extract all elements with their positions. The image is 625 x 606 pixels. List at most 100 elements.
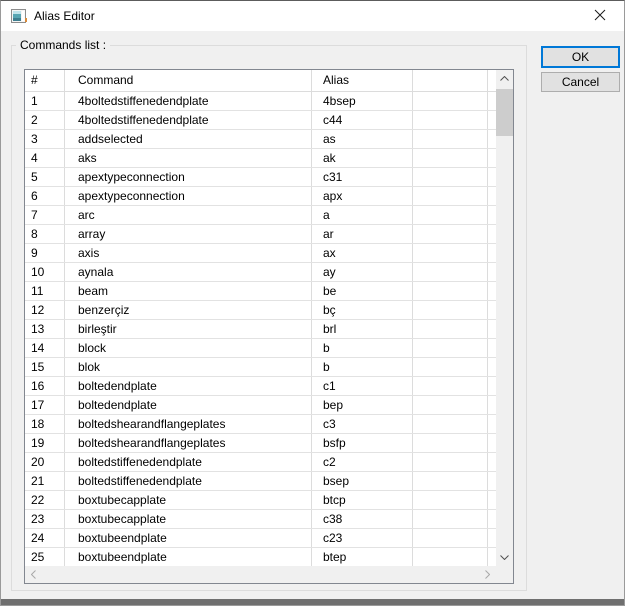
table-row[interactable]: 24boltedstiffenedendplatec44 <box>25 111 496 130</box>
cell-extra <box>413 301 488 319</box>
table-row[interactable]: 12benzerçizbç <box>25 301 496 320</box>
cell-extra <box>413 244 488 262</box>
cell-alias: bep <box>312 396 413 414</box>
table-body[interactable]: 14boltedstiffenedendplate4bsep24boltedst… <box>25 92 496 566</box>
table-row[interactable]: 23boxtubecapplatec38 <box>25 510 496 529</box>
scroll-down-icon[interactable] <box>496 549 513 566</box>
cell-extra <box>413 320 488 338</box>
header-filler <box>488 70 496 91</box>
cell-alias: c2 <box>312 453 413 471</box>
table-row[interactable]: 22boxtubecapplatebtcp <box>25 491 496 510</box>
table-row[interactable]: 18boltedshearandflangeplatesc3 <box>25 415 496 434</box>
commands-groupbox-label: Commands list : <box>16 38 110 53</box>
table-row[interactable]: 13birleştirbrl <box>25 320 496 339</box>
cell-extra <box>413 263 488 281</box>
table-row[interactable]: 5apextypeconnectionc31 <box>25 168 496 187</box>
table-row[interactable]: 3addselectedas <box>25 130 496 149</box>
close-button[interactable] <box>579 1 621 31</box>
table-row[interactable]: 14boltedstiffenedendplate4bsep <box>25 92 496 111</box>
table-row[interactable]: 20boltedstiffenedendplatec2 <box>25 453 496 472</box>
row-filler <box>488 320 496 338</box>
cell-number: 1 <box>25 92 65 110</box>
window-bottom-border <box>1 599 624 605</box>
row-filler <box>488 187 496 205</box>
horizontal-scrollbar[interactable] <box>25 566 496 583</box>
row-filler <box>488 396 496 414</box>
cell-number: 7 <box>25 206 65 224</box>
table-row[interactable]: 24boxtubeendplatec23 <box>25 529 496 548</box>
vertical-scrollbar-thumb[interactable] <box>496 89 513 136</box>
cell-alias: bsep <box>312 472 413 490</box>
cell-number: 11 <box>25 282 65 300</box>
cell-extra <box>413 472 488 490</box>
cell-alias: as <box>312 130 413 148</box>
row-filler <box>488 434 496 452</box>
table-header[interactable]: # Command Alias <box>25 70 496 92</box>
header-alias[interactable]: Alias <box>312 70 413 91</box>
cell-command: apextypeconnection <box>65 168 312 186</box>
table-row[interactable]: 16boltedendplatec1 <box>25 377 496 396</box>
table-row[interactable]: 15blokb <box>25 358 496 377</box>
table-row[interactable]: 9axisax <box>25 244 496 263</box>
window-icon <box>11 9 27 24</box>
cell-alias: bç <box>312 301 413 319</box>
table-row[interactable]: 21boltedstiffenedendplatebsep <box>25 472 496 491</box>
table-row[interactable]: 14blockb <box>25 339 496 358</box>
row-filler <box>488 92 496 110</box>
cell-command: block <box>65 339 312 357</box>
cell-extra <box>413 491 488 509</box>
table-row[interactable]: 8arrayar <box>25 225 496 244</box>
cell-extra <box>413 130 488 148</box>
cell-command: arc <box>65 206 312 224</box>
cell-extra <box>413 111 488 129</box>
cell-command: blok <box>65 358 312 376</box>
row-filler <box>488 301 496 319</box>
alias-editor-dialog: Alias Editor Commands list : # Command A… <box>0 0 625 606</box>
cell-alias: bsfp <box>312 434 413 452</box>
scroll-left-icon[interactable] <box>25 566 42 583</box>
table-row[interactable]: 19boltedshearandflangeplatesbsfp <box>25 434 496 453</box>
table-row[interactable]: 17boltedendplatebep <box>25 396 496 415</box>
cell-extra <box>413 377 488 395</box>
row-filler <box>488 453 496 471</box>
ok-button[interactable]: OK <box>541 46 620 68</box>
cell-extra <box>413 453 488 471</box>
row-filler <box>488 377 496 395</box>
cell-alias: c44 <box>312 111 413 129</box>
cell-alias: c1 <box>312 377 413 395</box>
table-row[interactable]: 25boxtubeendplatebtep <box>25 548 496 566</box>
cell-number: 8 <box>25 225 65 243</box>
table-row[interactable]: 10aynalaay <box>25 263 496 282</box>
row-filler <box>488 206 496 224</box>
cell-command: addselected <box>65 130 312 148</box>
table-row[interactable]: 11beambe <box>25 282 496 301</box>
cell-number: 6 <box>25 187 65 205</box>
cell-number: 10 <box>25 263 65 281</box>
cell-alias: brl <box>312 320 413 338</box>
row-filler <box>488 244 496 262</box>
table-row[interactable]: 4aksak <box>25 149 496 168</box>
row-filler <box>488 415 496 433</box>
header-number[interactable]: # <box>25 70 65 91</box>
cell-alias: ar <box>312 225 413 243</box>
cell-extra <box>413 339 488 357</box>
table-row[interactable]: 6apextypeconnectionapx <box>25 187 496 206</box>
titlebar[interactable]: Alias Editor <box>1 1 624 31</box>
cell-alias: btcp <box>312 491 413 509</box>
cell-alias: ak <box>312 149 413 167</box>
cell-extra <box>413 415 488 433</box>
row-filler <box>488 529 496 547</box>
cell-command: boxtubecapplate <box>65 491 312 509</box>
scroll-right-icon[interactable] <box>479 566 496 583</box>
scroll-up-icon[interactable] <box>496 70 513 87</box>
header-command[interactable]: Command <box>65 70 312 91</box>
table-row[interactable]: 7arca <box>25 206 496 225</box>
cancel-button[interactable]: Cancel <box>541 72 620 92</box>
cell-extra <box>413 206 488 224</box>
cell-alias: c31 <box>312 168 413 186</box>
cell-number: 18 <box>25 415 65 433</box>
header-extra[interactable] <box>413 70 488 91</box>
vertical-scrollbar[interactable] <box>496 70 513 566</box>
cell-command: aks <box>65 149 312 167</box>
cell-alias: 4bsep <box>312 92 413 110</box>
